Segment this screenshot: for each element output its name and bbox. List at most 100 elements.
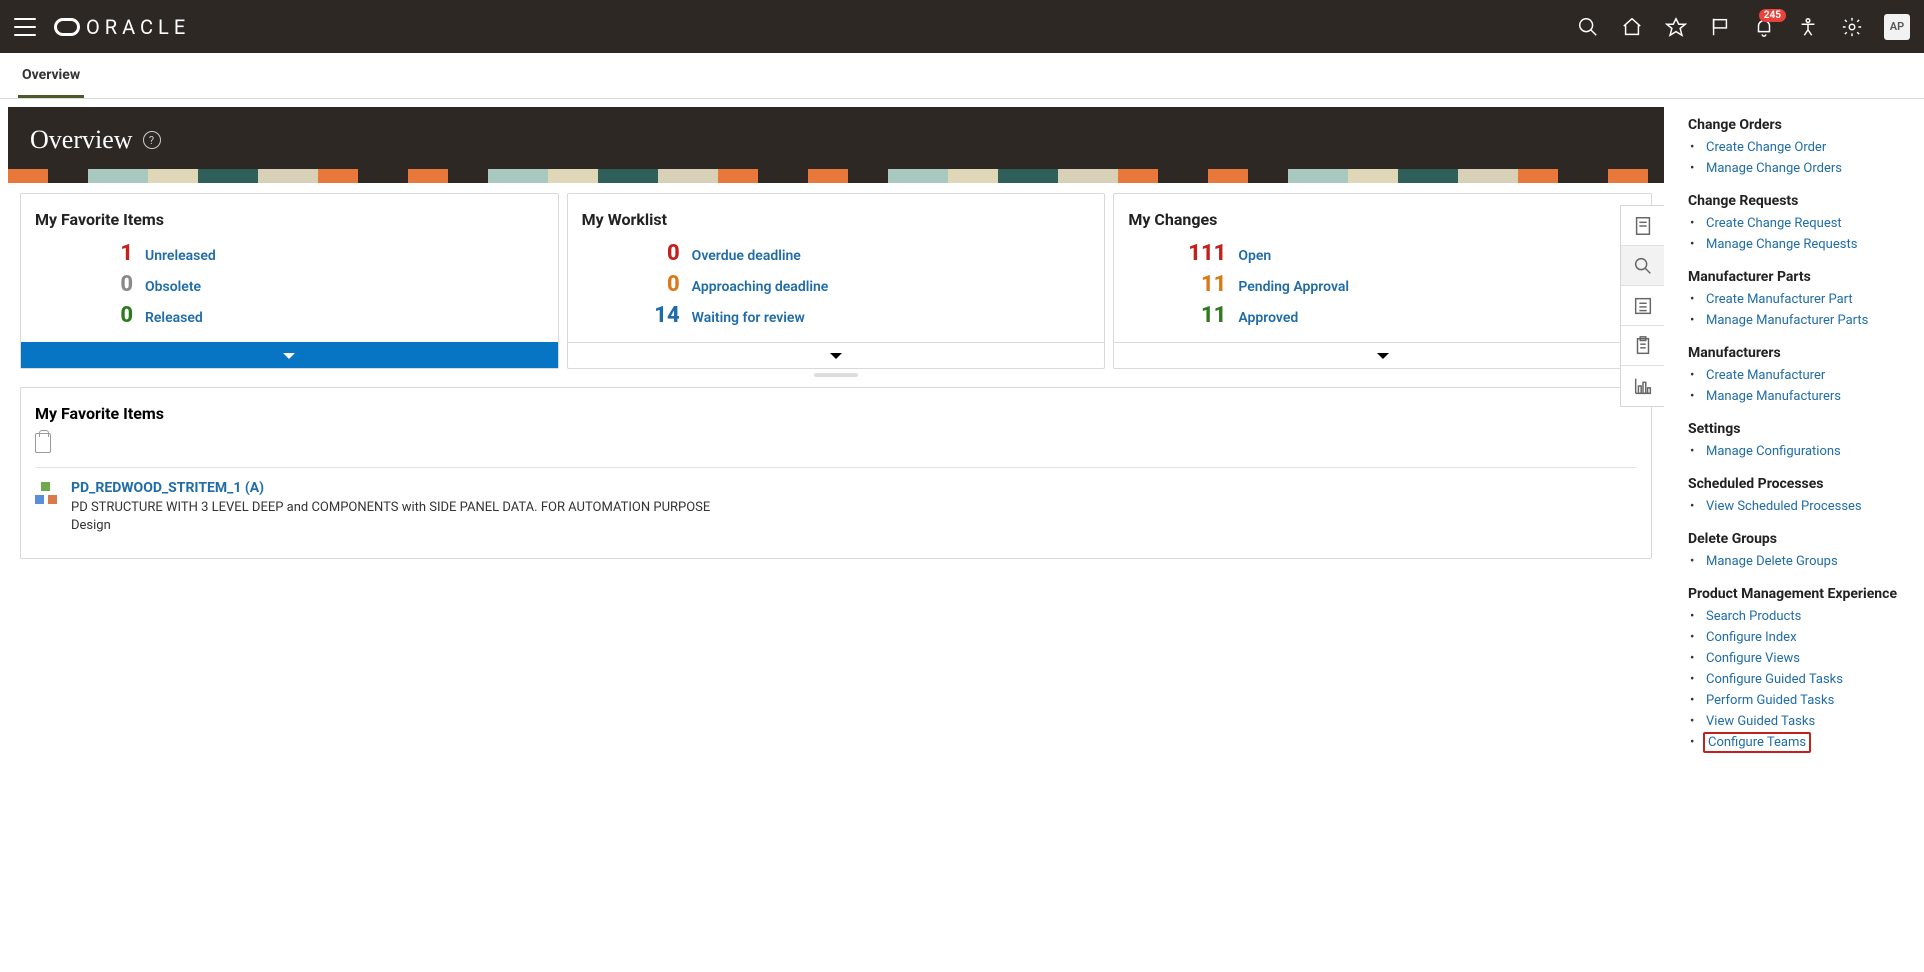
stat-link[interactable]: Open [1238,248,1271,264]
side-link[interactable]: Create Change Request [1706,216,1842,231]
tab-overview[interactable]: Overview [18,53,84,98]
side-link[interactable]: Search Products [1706,609,1801,624]
card-worklist: My Worklist 0Overdue deadline0Approachin… [567,193,1106,369]
rail-checklist-icon[interactable] [1621,286,1664,326]
side-link[interactable]: Configure Views [1706,651,1800,666]
side-section: Delete Groups Manage Delete Groups [1688,531,1910,572]
rail-document-icon[interactable] [1621,206,1664,246]
card-favorites-expand[interactable] [21,342,558,368]
side-heading: Change Orders [1688,117,1910,133]
side-link[interactable]: View Scheduled Processes [1706,499,1862,514]
chevron-down-icon [1377,353,1389,359]
gear-icon[interactable] [1840,15,1864,39]
stat-row: 111Open [1128,241,1637,266]
stat-link[interactable]: Unreleased [145,248,216,264]
side-link[interactable]: Configure Teams [1703,732,1811,753]
brand-logo[interactable]: ORACLE [54,15,190,39]
stat-number: 11 [1128,272,1238,297]
side-list-item: View Scheduled Processes [1702,496,1910,517]
star-icon[interactable] [1664,15,1688,39]
side-link[interactable]: Manage Configurations [1706,444,1841,459]
side-heading: Delete Groups [1688,531,1910,547]
side-list-item: Create Change Order [1702,137,1910,158]
item-link[interactable]: PD_REDWOOD_STRITEM_1 (A) [71,480,710,496]
stat-row: 1Unreleased [35,241,544,266]
stat-link[interactable]: Overdue deadline [692,248,801,264]
stat-link[interactable]: Obsolete [145,279,201,295]
avatar[interactable]: AP [1884,14,1910,40]
stat-row: 11Pending Approval [1128,272,1637,297]
notifications-icon[interactable]: 245 [1752,15,1776,39]
card-worklist-expand[interactable] [568,342,1105,368]
side-link[interactable]: Manage Change Requests [1706,237,1857,252]
stat-number: 0 [582,241,692,266]
side-link[interactable]: Manage Manufacturer Parts [1706,313,1868,328]
chevron-down-icon [283,353,295,359]
side-list-item: Create Manufacturer Part [1702,289,1910,310]
stat-number: 0 [35,303,145,328]
stat-link[interactable]: Approaching deadline [692,279,829,295]
stat-number: 14 [582,303,692,328]
rail-chart-icon[interactable] [1621,366,1664,406]
side-heading: Product Management Experience [1688,586,1910,602]
side-link[interactable]: Manage Manufacturers [1706,389,1841,404]
stat-number: 0 [35,272,145,297]
side-link[interactable]: Create Manufacturer Part [1706,292,1853,307]
card-changes: My Changes 111Open11Pending Approval11Ap… [1113,193,1652,369]
stat-row: 0Approaching deadline [582,272,1091,297]
brand-text: ORACLE [86,15,190,39]
decorative-strip [8,169,1664,183]
side-link[interactable]: View Guided Tasks [1706,714,1815,729]
side-list-item: Manage Configurations [1702,441,1910,462]
side-section: Manufacturers Create Manufacturer Manage M… [1688,345,1910,407]
side-link[interactable]: Manage Delete Groups [1706,554,1838,569]
side-link[interactable]: Configure Guided Tasks [1706,672,1843,687]
rail-search-icon[interactable] [1621,246,1664,286]
stat-row: 11Approved [1128,303,1637,328]
structure-icon [35,482,57,504]
side-link[interactable]: Create Change Order [1706,140,1826,155]
stat-link[interactable]: Released [145,310,203,326]
side-link[interactable]: Create Manufacturer [1706,368,1825,383]
side-list-item: Perform Guided Tasks [1702,690,1910,711]
stat-link[interactable]: Waiting for review [692,310,805,326]
stat-number: 0 [582,272,692,297]
rail-clipboard-icon[interactable] [1621,326,1664,366]
card-changes-title: My Changes [1114,194,1651,235]
chevron-down-icon [830,353,842,359]
card-worklist-title: My Worklist [568,194,1105,235]
card-favorites-title: My Favorite Items [21,194,558,235]
side-section: Scheduled Processes View Scheduled Proces… [1688,476,1910,517]
search-icon[interactable] [1576,15,1600,39]
resize-handle[interactable] [8,369,1664,381]
stat-number: 111 [1128,241,1238,266]
side-rail [1620,205,1664,407]
side-heading: Change Requests [1688,193,1910,209]
side-heading: Scheduled Processes [1688,476,1910,492]
side-list-item: Configure Guided Tasks [1702,669,1910,690]
menu-icon[interactable] [14,18,36,36]
side-list-item: Search Products [1702,606,1910,627]
side-section: Change Orders Create Change Order Manage C… [1688,117,1910,179]
accessibility-icon[interactable] [1796,15,1820,39]
list-item: PD_REDWOOD_STRITEM_1 (A) PD STRUCTURE WI… [35,467,1637,548]
side-heading: Manufacturer Parts [1688,269,1910,285]
side-link[interactable]: Perform Guided Tasks [1706,693,1834,708]
side-list-item: View Guided Tasks [1702,711,1910,732]
help-icon[interactable]: ? [143,131,161,149]
tasks-panel: Change Orders Create Change Order Manage C… [1672,99,1924,787]
side-heading: Manufacturers [1688,345,1910,361]
side-list-item: Configure Views [1702,648,1910,669]
side-list-item: Configure Teams [1702,732,1910,753]
card-changes-expand[interactable] [1114,342,1651,368]
stat-link[interactable]: Pending Approval [1238,279,1349,295]
side-link[interactable]: Configure Index [1706,630,1797,645]
side-list-item: Manage Manufacturer Parts [1702,310,1910,331]
clipboard-icon[interactable] [35,433,51,453]
side-link[interactable]: Manage Change Orders [1706,161,1842,176]
side-list-item: Configure Index [1702,627,1910,648]
stat-link[interactable]: Approved [1238,310,1298,326]
flag-icon[interactable] [1708,15,1732,39]
home-icon[interactable] [1620,15,1644,39]
detail-title: My Favorite Items [35,404,1637,423]
